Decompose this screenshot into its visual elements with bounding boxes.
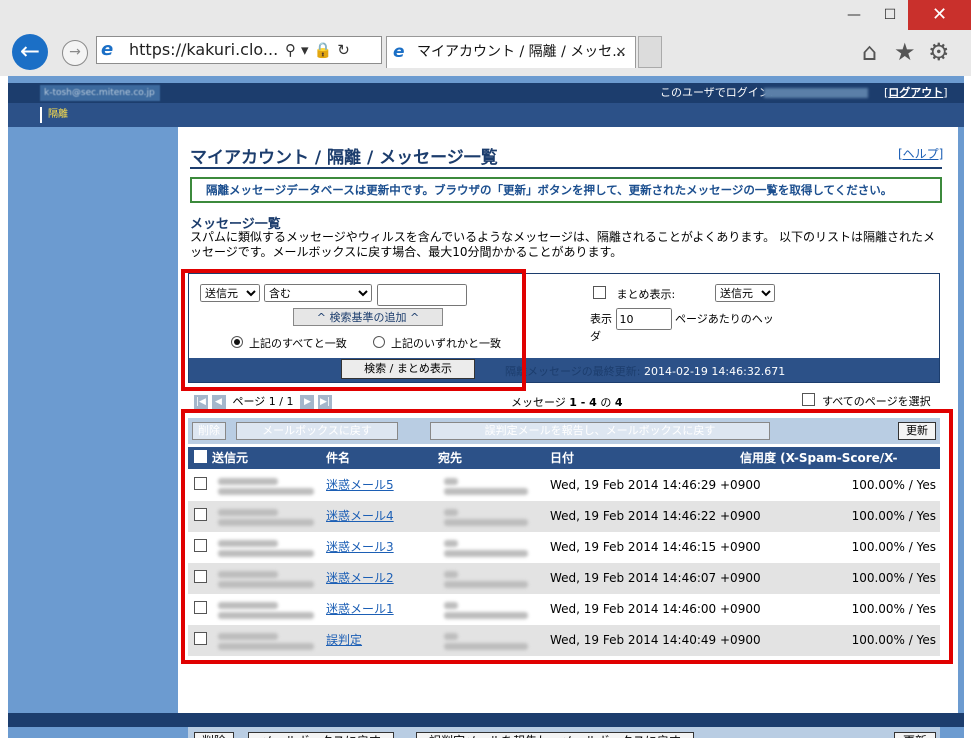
list-description: スパムに類似するメッセージやウィルスを含んでいるようなメッセージは、隔離されるこ… [190, 230, 935, 259]
back-arrow-icon[interactable]: ← [12, 34, 48, 70]
all-pages-checkbox[interactable] [802, 393, 815, 406]
tab-quarantine[interactable]: e マイアカウント / 隔離 / メッセ... × [386, 36, 636, 68]
refresh-button-bottom[interactable]: 更新 [894, 732, 936, 738]
count-total: 4 [614, 396, 623, 409]
last-page-icon[interactable]: ▶| [317, 395, 332, 409]
count-prefix: メッセージ [511, 396, 570, 409]
address-tools-icon[interactable]: ⚲▾🔒↻ [285, 37, 355, 63]
window-close-icon[interactable]: ✕ [908, 0, 971, 30]
maximize-icon[interactable]: ☐ [872, 0, 908, 30]
top-band: k-tosh@sec.mitene.co.jp このユーザでログイン: [ログア… [8, 83, 964, 103]
home-icon[interactable]: ⌂ [862, 38, 877, 66]
last-update-time: 2014-02-19 14:46:32.671 [643, 365, 786, 378]
show-label: 表示 [590, 312, 612, 326]
message-count: メッセージ 1 - 4 の 4 [511, 394, 622, 410]
summary-checkbox[interactable] [593, 286, 606, 299]
ie-logo-icon: e [101, 39, 114, 60]
logout-group: [ログアウト] [884, 83, 948, 103]
url-text[interactable]: https://kakuri.clo... [129, 37, 278, 63]
report-false-button[interactable]: 誤判定メールを報告し、メールボックスに戻す [416, 732, 694, 738]
settings-gear-icon[interactable]: ⚙ [928, 38, 950, 66]
window-titlebar [0, 0, 971, 30]
tab-close-icon[interactable]: × [615, 37, 627, 67]
count-mid: の [596, 396, 615, 409]
all-pages-label: すべてのページを選択 [822, 395, 931, 408]
select-all-pages[interactable]: すべてのページを選択 [802, 393, 931, 409]
footer-band [8, 713, 964, 727]
login-user-blurred [764, 88, 868, 98]
per-page-input[interactable] [615, 308, 672, 330]
summary-select[interactable]: 送信元 [715, 284, 775, 302]
favorites-star-icon[interactable]: ★ [894, 38, 916, 66]
delete-button[interactable]: 削除 [194, 732, 234, 738]
login-label: このユーザでログイン: [660, 86, 774, 99]
logout-bracket-close: ] [943, 86, 948, 99]
nav-band: 隔離 [8, 103, 964, 127]
prev-page-icon[interactable]: ◀ [211, 395, 226, 409]
new-tab-button[interactable] [638, 36, 662, 68]
summary-label: まとめ表示: [616, 288, 676, 301]
first-page-icon[interactable]: |◀ [194, 395, 208, 409]
highlight-search-box [181, 269, 526, 391]
tab-title: マイアカウント / 隔離 / メッセ... [417, 44, 626, 60]
nav-item-quarantine[interactable]: 隔離 [40, 107, 68, 123]
tab-ie-icon: e [393, 42, 405, 62]
last-update: 隔離メッセージの最終更新: 2014-02-19 14:46:32.671 [505, 363, 785, 379]
logout-link[interactable]: ログアウト [888, 86, 943, 99]
address-bar[interactable]: e https://kakuri.clo... ⚲▾🔒↻ [96, 36, 382, 64]
next-page-icon[interactable]: ▶ [300, 395, 315, 409]
page-indicator: ページ 1 / 1 [232, 395, 294, 408]
help-link[interactable]: [ヘルプ] [898, 145, 943, 162]
bottom-toolbar: 削除 メールボックスに戻す 誤判定メールを報告し、メールボックスに戻す 更新 [188, 727, 940, 738]
title-divider [190, 167, 942, 169]
per-page-row: 表示 ページあたりのヘッダ [590, 308, 780, 344]
highlight-table-box [181, 409, 953, 664]
summary-toggle[interactable]: まとめ表示: [593, 286, 675, 302]
forward-arrow-icon[interactable]: → [62, 40, 88, 66]
update-notice: 隔離メッセージデータベースは更新中です。ブラウザの「更新」ボタンを押して、更新さ… [190, 177, 942, 203]
return-mailbox-button[interactable]: メールボックスに戻す [248, 732, 394, 738]
page-title: マイアカウント / 隔離 / メッセージ一覧 [190, 148, 498, 168]
count-range: 1 - 4 [569, 396, 597, 409]
user-email-blurred: k-tosh@sec.mitene.co.jp [40, 85, 160, 101]
minimize-icon[interactable]: — [836, 0, 872, 30]
pager: |◀ ◀ ページ 1 / 1 ▶ ▶| [194, 393, 332, 409]
